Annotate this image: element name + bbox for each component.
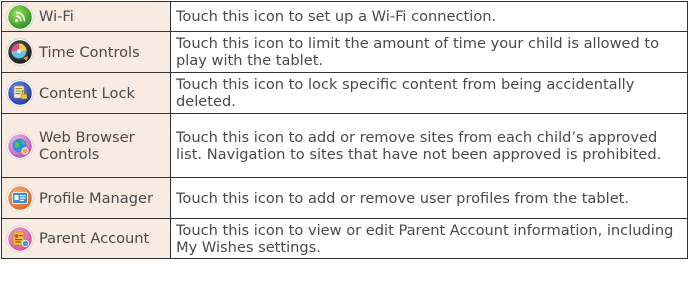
feature-description: Touch this icon to lock specific content… [176, 76, 635, 110]
time-controls-icon [6, 38, 34, 66]
feature-description-cell: Touch this icon to add or remove user pr… [170, 177, 688, 219]
feature-description: Touch this icon to limit the amount of t… [176, 35, 660, 69]
table-row: Time Controls Touch this icon to limit t… [1, 31, 688, 73]
table-row: Profile Manager Touch this icon to add o… [1, 177, 688, 219]
feature-name: Web Browser Controls [39, 128, 135, 163]
feature-name: Time Controls [39, 43, 140, 61]
feature-name-cell: Web Browser Controls [1, 113, 171, 178]
feature-description: Touch this icon to add or remove sites f… [176, 128, 662, 163]
table-row: Parent Account Touch this icon to view o… [1, 218, 688, 259]
feature-name-cell: Parent Account [1, 218, 171, 259]
feature-description-cell: Touch this icon to lock specific content… [170, 72, 688, 114]
feature-name-cell: Profile Manager [1, 177, 171, 219]
feature-description: Touch this icon to view or edit Parent A… [176, 221, 674, 256]
feature-description-cell: Touch this icon to add or remove sites f… [170, 113, 688, 178]
feature-name: Profile Manager [39, 189, 153, 207]
parent-account-icon [6, 225, 34, 252]
table-row: Content Lock Touch this icon to lock spe… [1, 72, 688, 114]
feature-name-cell: Wi-Fi [1, 1, 171, 32]
feature-name: Parent Account [39, 230, 150, 247]
profile-manager-icon [6, 184, 34, 212]
web-browser-controls-icon [6, 132, 34, 159]
table-row: Web Browser Controls Touch this icon to … [1, 113, 688, 178]
feature-name-cell: Time Controls [1, 31, 171, 73]
table-row: Wi-Fi Touch this icon to set up a Wi-Fi … [1, 1, 688, 32]
feature-description-cell: Touch this icon to view or edit Parent A… [170, 218, 688, 259]
feature-name-cell: Content Lock [1, 72, 171, 114]
feature-description: Touch this icon to set up a Wi-Fi connec… [176, 8, 497, 25]
feature-name: Content Lock [39, 84, 135, 102]
wifi-icon [6, 3, 34, 30]
feature-description-cell: Touch this icon to set up a Wi-Fi connec… [170, 1, 688, 32]
feature-description: Touch this icon to add or remove user pr… [176, 189, 630, 207]
feature-table: Wi-Fi Touch this icon to set up a Wi-Fi … [1, 1, 688, 259]
content-lock-icon [6, 79, 34, 107]
feature-name: Wi-Fi [39, 8, 74, 25]
feature-description-cell: Touch this icon to limit the amount of t… [170, 31, 688, 73]
